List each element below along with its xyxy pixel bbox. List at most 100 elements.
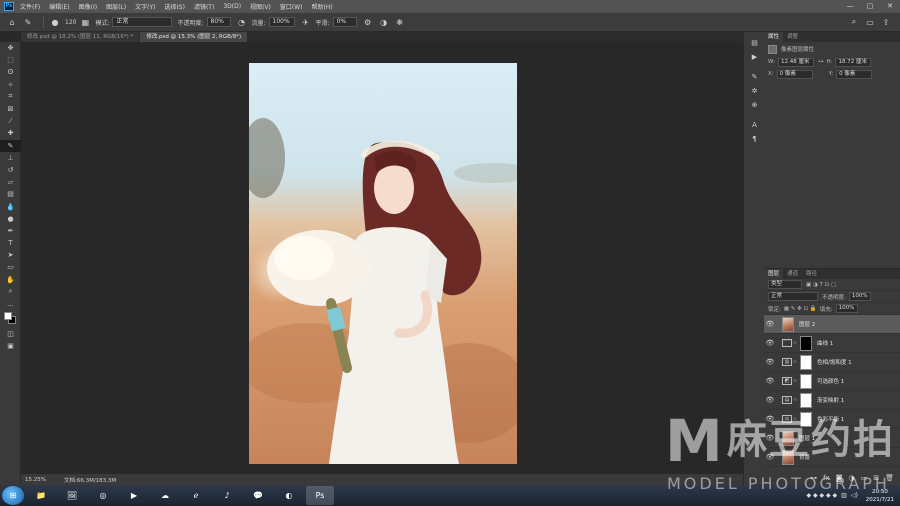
layer-row[interactable]: 👁 ▥ ∞ 色相/饱和度 1 (764, 353, 900, 372)
link-icon[interactable]: ⊶ (818, 59, 824, 65)
tab-channels[interactable]: 通道 (783, 269, 802, 279)
menu-image[interactable]: 图像(I) (79, 2, 97, 11)
eye-icon[interactable]: 👁 (764, 339, 776, 347)
menu-file[interactable]: 文件(F) (20, 2, 40, 11)
filter-icons[interactable]: ▣ ◑ T ⊡ ▢ (806, 282, 836, 288)
eye-icon[interactable]: 👁 (764, 453, 776, 461)
brush-settings-icon[interactable]: ▦ (79, 16, 91, 28)
lock-icons[interactable]: ▦ ✎ ✥ ⊡ 🔒 (784, 306, 817, 312)
trash-icon[interactable]: 🗑 (885, 474, 894, 482)
hand-tool-icon[interactable]: ✋ (0, 274, 21, 286)
blend-mode-select[interactable]: 正常 (768, 292, 818, 301)
tab-layers[interactable]: 图层 (764, 269, 784, 279)
menu-layer[interactable]: 图层(L) (106, 2, 126, 11)
taskbar-app-cinema4d[interactable]: ◐ (275, 486, 303, 505)
x-field[interactable]: 0 像素 (776, 69, 813, 79)
eye-icon[interactable]: 👁 (764, 377, 776, 385)
taskbar-app-wechat[interactable]: 💬 (244, 486, 272, 505)
frame-tool-icon[interactable]: ⊠ (0, 103, 21, 115)
menu-type[interactable]: 文字(Y) (135, 2, 155, 11)
maximize-button[interactable]: ▢ (860, 0, 880, 13)
home-icon[interactable]: ⌂ (6, 16, 18, 28)
taskbar-app-360[interactable]: ◎ (89, 486, 117, 505)
layer-kind-select[interactable]: 类型 (768, 280, 802, 289)
history-brush-icon[interactable]: ↺ (0, 164, 21, 176)
document-image[interactable] (249, 63, 517, 464)
network-icon[interactable]: ▥ (841, 492, 847, 499)
close-button[interactable]: ✕ (880, 0, 900, 13)
tray-app-icons[interactable]: ◆ ◆ ◆ ◆ ◆ (806, 492, 837, 499)
menu-help[interactable]: 帮助(H) (312, 2, 333, 11)
mode-select[interactable]: 正常 (112, 17, 173, 27)
type-tool-icon[interactable]: T (0, 237, 21, 249)
history-icon[interactable]: ▤ (744, 36, 765, 50)
menu-edit[interactable]: 编辑(E) (49, 2, 69, 11)
brush-settings-icon[interactable]: ✎ (744, 70, 765, 84)
volume-icon[interactable]: ◁) (851, 492, 858, 499)
layer-row[interactable]: 👁 ⚖ ∞ 色彩平衡 1 (764, 410, 900, 429)
tab-document-2[interactable]: 修改.psd @ 15.3% (图层 2, RGB/8*) (140, 32, 248, 42)
eye-icon[interactable]: 👁 (764, 396, 776, 404)
fill-field[interactable]: 100% (835, 304, 858, 313)
pressure-size-icon[interactable]: ◑ (378, 16, 390, 28)
layer-row[interactable]: 👁 图层 1 (764, 429, 900, 448)
opacity-field[interactable]: 80% (206, 17, 231, 27)
taskbar-app-cloud[interactable]: ☁ (151, 486, 179, 505)
layer-row[interactable]: 👁 ▤ ∞ 渐变映射 1 (764, 391, 900, 410)
zoom-tool-icon[interactable]: ⌕ (0, 286, 21, 298)
menu-view[interactable]: 视图(V) (250, 2, 271, 11)
foreground-color[interactable] (4, 312, 12, 321)
pen-tool-icon[interactable]: ✒ (0, 225, 21, 237)
airbrush-icon[interactable]: ✈ (300, 16, 312, 28)
clone-source-icon[interactable]: ⊕ (744, 98, 765, 112)
start-button[interactable]: ⊞ (2, 486, 24, 505)
add-mask-icon[interactable]: ◙ (836, 474, 843, 482)
symmetry-icon[interactable]: ❋ (394, 16, 406, 28)
layer-style-icon[interactable]: fx (823, 474, 830, 482)
gear-icon[interactable]: ⚙ (362, 16, 374, 28)
layer-row[interactable]: 👁 ◩ ∞ 可选颜色 1 (764, 372, 900, 391)
blur-tool-icon[interactable]: 💧 (0, 200, 21, 212)
zoom-level[interactable]: 15.25% (25, 477, 46, 483)
new-group-icon[interactable]: ▭ (861, 474, 868, 482)
more-tools-icon[interactable]: … (0, 298, 21, 310)
brush-preset-icon[interactable]: ● (49, 16, 61, 28)
quick-mask-icon[interactable]: ◫ (0, 328, 21, 340)
menu-filter[interactable]: 滤镜(T) (194, 2, 214, 11)
eye-icon[interactable]: 👁 (764, 358, 776, 366)
path-select-tool-icon[interactable]: ➤ (0, 249, 21, 261)
layer-row[interactable]: 👁 背景 (764, 448, 900, 467)
eraser-tool-icon[interactable]: ▱ (0, 176, 21, 188)
shape-tool-icon[interactable]: ▭ (0, 261, 21, 273)
taskbar-app-gallery[interactable]: 🖼 (58, 486, 86, 505)
character-icon[interactable]: A (744, 118, 765, 132)
tab-adjustments[interactable]: 调整 (783, 32, 802, 42)
layer-opacity-field[interactable]: 100% (848, 292, 871, 301)
tab-properties[interactable]: 属性 (764, 32, 784, 42)
taskbar-app-player[interactable]: ▶ (120, 486, 148, 505)
eye-icon[interactable]: 👁 (764, 320, 776, 328)
taskbar-app-photoshop[interactable]: Ps (306, 486, 334, 505)
color-swatches[interactable] (0, 310, 21, 328)
screen-mode-icon[interactable]: ▣ (0, 340, 21, 352)
smoothing-field[interactable]: 0% (332, 17, 357, 27)
eye-icon[interactable]: 👁 (764, 415, 776, 423)
layer-row[interactable]: 👁 ⌒ ∞ 曲线 1 (764, 334, 900, 353)
gradient-tool-icon[interactable]: ▤ (0, 188, 21, 200)
layer-row[interactable]: 👁 图层 2 (764, 315, 900, 334)
tab-paths[interactable]: 路径 (802, 269, 821, 279)
paragraph-icon[interactable]: ¶ (744, 132, 765, 146)
quick-select-tool-icon[interactable]: ✧ (0, 79, 21, 91)
canvas-area[interactable] (21, 42, 743, 474)
link-layers-icon[interactable]: ⊶ (810, 474, 817, 482)
crop-tool-icon[interactable]: ⌗ (0, 91, 21, 103)
move-tool-icon[interactable]: ✥ (0, 42, 21, 54)
new-layer-icon[interactable]: ⊞ (873, 474, 879, 482)
stamp-tool-icon[interactable]: ⊥ (0, 152, 21, 164)
flow-field[interactable]: 100% (268, 17, 295, 27)
adjustment-layer-icon[interactable]: ◑ (849, 474, 855, 482)
play-icon[interactable]: ▶ (744, 50, 765, 64)
menu-select[interactable]: 选择(S) (164, 2, 185, 11)
menu-3d[interactable]: 3D(D) (223, 3, 241, 10)
y-field[interactable]: 0 像素 (836, 69, 873, 79)
